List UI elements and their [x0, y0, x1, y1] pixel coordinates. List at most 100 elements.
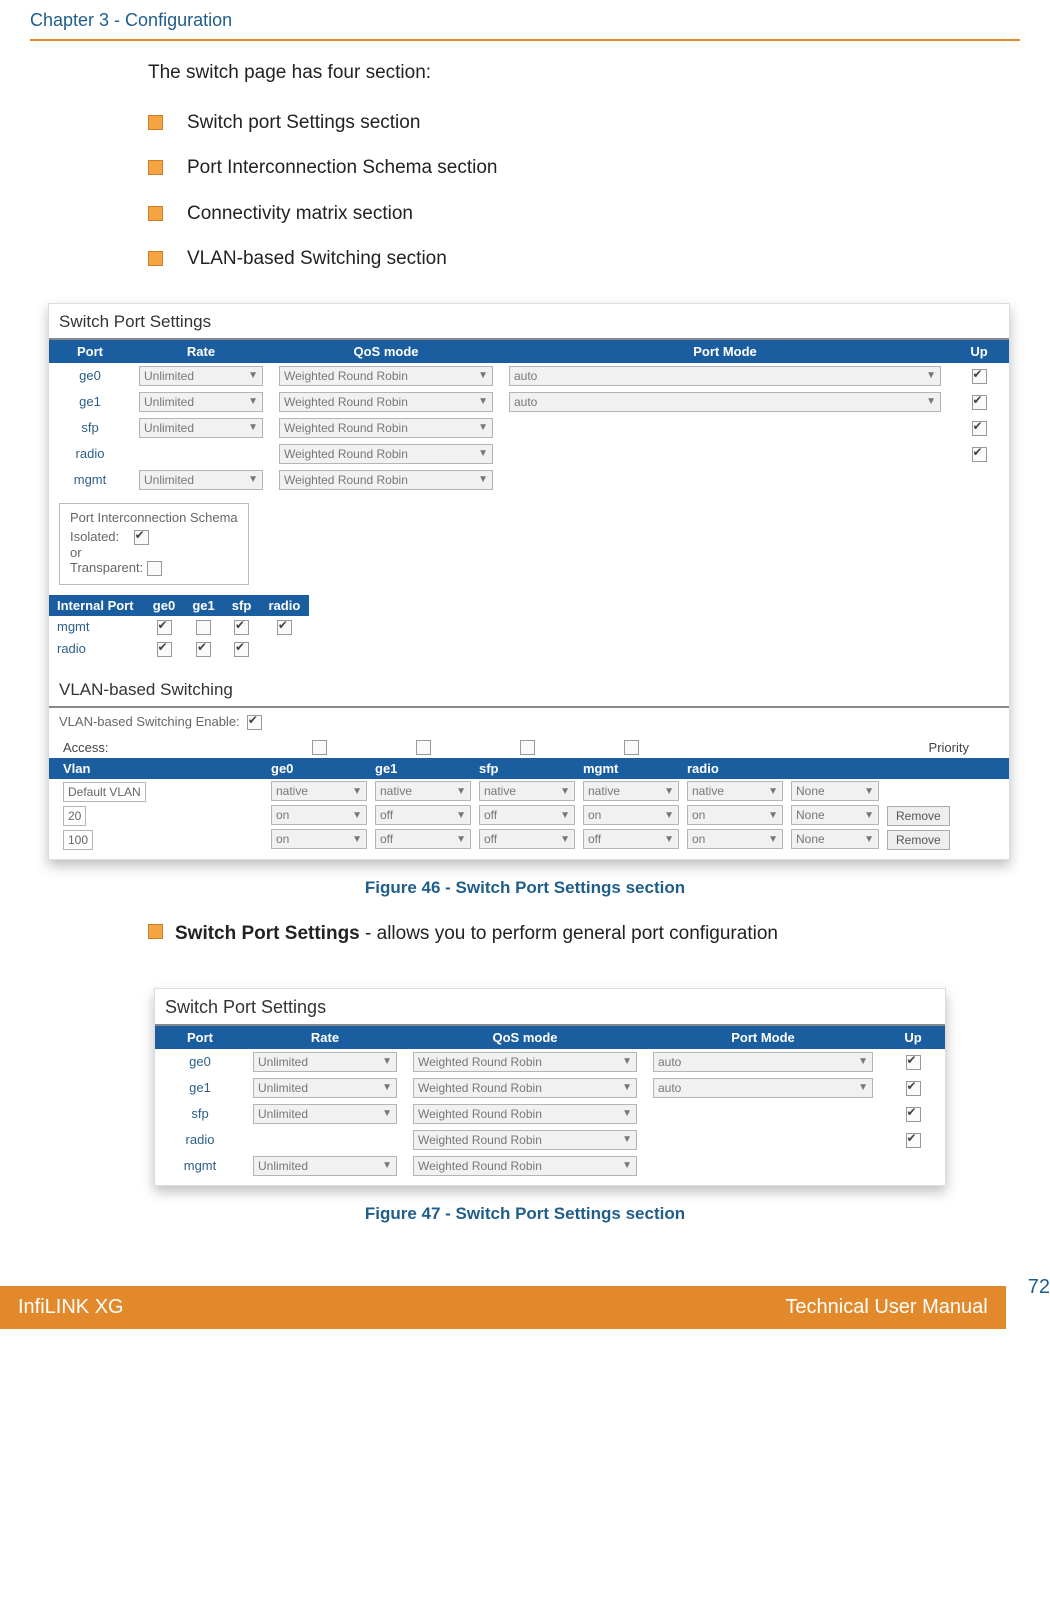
port-cell: ge0	[155, 1049, 245, 1075]
dropdown[interactable]: Weighted Round Robin▼	[279, 366, 493, 386]
checkbox[interactable]	[906, 1107, 921, 1122]
chapter-title: Chapter 3 - Configuration	[30, 10, 1020, 31]
col-port: Port	[49, 340, 131, 363]
dropdown[interactable]: Weighted Round Robin▼	[413, 1156, 637, 1176]
dropdown[interactable]: off▼	[583, 829, 679, 849]
dropdown[interactable]: Unlimited▼	[253, 1104, 397, 1124]
dropdown[interactable]: Unlimited▼	[253, 1052, 397, 1072]
dropdown[interactable]: Unlimited▼	[139, 418, 263, 438]
port-cell: radio	[49, 441, 131, 467]
dropdown[interactable]: Weighted Round Robin▼	[279, 470, 493, 490]
checkbox[interactable]	[157, 642, 172, 657]
chevron-down-icon: ▼	[352, 786, 362, 797]
dropdown[interactable]: off▼	[479, 805, 575, 825]
checkbox[interactable]	[972, 421, 987, 436]
dropdown[interactable]: off▼	[375, 829, 471, 849]
dropdown[interactable]: Unlimited▼	[253, 1156, 397, 1176]
remove-button[interactable]: Remove	[887, 830, 950, 850]
vlan-enable-label: VLAN-based Switching Enable:	[59, 714, 240, 729]
col-mode: Port Mode	[501, 340, 949, 363]
access-row: Access:Priority	[49, 736, 1009, 758]
chevron-down-icon: ▼	[382, 1160, 392, 1171]
dropdown[interactable]: None▼	[791, 829, 879, 849]
bullet-icon	[148, 206, 163, 221]
dropdown[interactable]: off▼	[479, 829, 575, 849]
chevron-down-icon: ▼	[664, 786, 674, 797]
checkbox[interactable]	[906, 1133, 921, 1148]
checkbox[interactable]	[906, 1081, 921, 1096]
vlan-enable-checkbox[interactable]	[247, 715, 262, 730]
dropdown[interactable]: Weighted Round Robin▼	[413, 1104, 637, 1124]
port-cell: mgmt	[155, 1153, 245, 1179]
dropdown[interactable]: Weighted Round Robin▼	[279, 444, 493, 464]
dropdown[interactable]: on▼	[271, 829, 367, 849]
checkbox[interactable]	[972, 369, 987, 384]
checkbox[interactable]	[906, 1055, 921, 1070]
switch-port-table: Port Rate QoS mode Port Mode Up ge0Unlim…	[49, 340, 1009, 493]
dropdown[interactable]: auto▼	[509, 366, 941, 386]
isolated-checkbox[interactable]	[134, 530, 149, 545]
dropdown[interactable]: Unlimited▼	[139, 392, 263, 412]
vlan-input[interactable]: 20	[63, 806, 86, 826]
dropdown[interactable]: None▼	[791, 781, 879, 801]
footer-bar: InfiLINK XG Technical User Manual	[0, 1286, 1006, 1329]
checkbox[interactable]	[277, 620, 292, 635]
switch-port-table-2: Port Rate QoS mode Port Mode Up ge0Unlim…	[155, 1026, 945, 1179]
chevron-down-icon: ▼	[456, 786, 466, 797]
port-cell: ge1	[49, 389, 131, 415]
checkbox[interactable]	[624, 740, 639, 755]
table-row: radio	[49, 638, 309, 660]
chevron-down-icon: ▼	[478, 448, 488, 459]
bullet-text: Switch port Settings section	[187, 109, 420, 137]
dropdown[interactable]: Weighted Round Robin▼	[279, 392, 493, 412]
bullet-icon	[148, 251, 163, 266]
dropdown[interactable]: on▼	[687, 805, 783, 825]
dropdown[interactable]: auto▼	[509, 392, 941, 412]
dropdown[interactable]: on▼	[271, 805, 367, 825]
checkbox[interactable]	[520, 740, 535, 755]
table-row: sfpUnlimited▼Weighted Round Robin▼	[49, 415, 1009, 441]
checkbox[interactable]	[972, 395, 987, 410]
checkbox[interactable]	[234, 642, 249, 657]
chevron-down-icon: ▼	[560, 786, 570, 797]
checkbox[interactable]	[972, 447, 987, 462]
checkbox[interactable]	[312, 740, 327, 755]
vlan-input[interactable]: 100	[63, 830, 93, 850]
dropdown[interactable]: None▼	[791, 805, 879, 825]
remove-button[interactable]: Remove	[887, 806, 950, 826]
table-row: radio Weighted Round Robin▼	[49, 441, 1009, 467]
chevron-down-icon: ▼	[858, 1056, 868, 1067]
checkbox[interactable]	[416, 740, 431, 755]
dropdown[interactable]: native▼	[687, 781, 783, 801]
dropdown[interactable]: on▼	[687, 829, 783, 849]
dropdown[interactable]: native▼	[479, 781, 575, 801]
vlan-header-row: Vlange0ge1sfpmgmtradio	[49, 758, 1009, 779]
vlan-input[interactable]: Default VLAN	[63, 782, 146, 802]
table-row: ge1Unlimited▼Weighted Round Robin▼auto▼	[155, 1075, 945, 1101]
checkbox[interactable]	[157, 620, 172, 635]
dropdown[interactable]: Weighted Round Robin▼	[413, 1130, 637, 1150]
transparent-checkbox[interactable]	[147, 561, 162, 576]
dropdown[interactable]: Weighted Round Robin▼	[413, 1052, 637, 1072]
dropdown[interactable]: Weighted Round Robin▼	[413, 1078, 637, 1098]
dropdown[interactable]: Unlimited▼	[139, 366, 263, 386]
dropdown[interactable]: auto▼	[653, 1078, 873, 1098]
access-label: Access:	[59, 740, 267, 755]
checkbox[interactable]	[234, 620, 249, 635]
checkbox[interactable]	[196, 642, 211, 657]
checkbox[interactable]	[196, 620, 211, 635]
chevron-down-icon: ▼	[352, 810, 362, 821]
bullet-icon	[148, 115, 163, 130]
dropdown[interactable]: native▼	[583, 781, 679, 801]
chevron-down-icon: ▼	[456, 810, 466, 821]
dropdown[interactable]: Weighted Round Robin▼	[279, 418, 493, 438]
dropdown[interactable]: on▼	[583, 805, 679, 825]
dropdown[interactable]: Unlimited▼	[139, 470, 263, 490]
dropdown[interactable]: native▼	[271, 781, 367, 801]
dropdown[interactable]: Unlimited▼	[253, 1078, 397, 1098]
dropdown[interactable]: native▼	[375, 781, 471, 801]
table-row: radioWeighted Round Robin▼	[155, 1127, 945, 1153]
dropdown[interactable]: auto▼	[653, 1052, 873, 1072]
dropdown[interactable]: off▼	[375, 805, 471, 825]
chevron-down-icon: ▼	[352, 834, 362, 845]
